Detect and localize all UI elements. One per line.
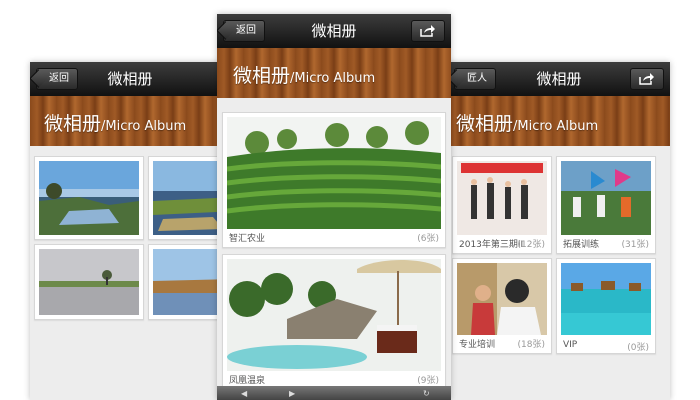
tea-plantation-photo	[227, 117, 441, 229]
album-caption: 凤凰温泉 (9张)	[229, 373, 439, 386]
album-name: 凤凰温泉	[229, 376, 266, 386]
right-phone: 匠人 微相册 微相册/Micro Album 2013年第三期II (12张) 拓…	[448, 62, 670, 400]
album-name: 智汇农业	[229, 234, 266, 244]
share-button[interactable]	[630, 68, 664, 90]
bottom-toolbar: ◀ ▶ ↻	[217, 386, 451, 400]
album-banner: 微相册/Micro Album	[217, 48, 451, 98]
album-caption: 智汇农业 (6张)	[229, 231, 439, 244]
album-card[interactable]: 智汇农业 (6张)	[222, 112, 446, 248]
album-caption: 拓展训练 (31张)	[563, 237, 649, 250]
share-icon	[639, 73, 654, 85]
album-caption: 专业培训 (18张)	[459, 337, 545, 350]
album-card[interactable]: VIP (0张)	[556, 258, 656, 354]
photo-card[interactable]	[34, 156, 144, 240]
share-icon	[420, 25, 435, 37]
toolbar-refresh-icon[interactable]: ↻	[423, 389, 430, 398]
toolbar-back-icon[interactable]: ◀	[241, 389, 247, 398]
album-count: (12张)	[517, 240, 545, 250]
banner-subtitle: /Micro Album	[101, 119, 187, 134]
banner-subtitle: /Micro Album	[513, 119, 599, 134]
album-name: 专业培训	[459, 340, 496, 350]
hot-spring-photo	[227, 259, 441, 371]
album-caption: VIP (0张)	[563, 340, 649, 353]
resort-photo	[561, 263, 651, 335]
haircut-training-photo	[457, 263, 547, 335]
album-card[interactable]: 2013年第三期II (12张)	[452, 156, 552, 254]
album-card[interactable]: 凤凰温泉 (9张)	[222, 254, 446, 390]
album-count: (6张)	[417, 234, 439, 244]
left-phone: 返回 微相册 微相册/Micro Album	[30, 62, 230, 400]
photo-card[interactable]	[34, 244, 144, 320]
share-button[interactable]	[411, 20, 445, 42]
album-name: 2013年第三期II	[459, 240, 524, 250]
album-count: (31张)	[621, 240, 649, 250]
album-count: (9张)	[417, 376, 439, 386]
outdoor-team-photo	[561, 161, 651, 235]
toolbar-forward-icon[interactable]: ▶	[289, 389, 295, 398]
album-caption: 2013年第三期II (12张)	[459, 237, 545, 250]
banner-title: 微相册	[44, 113, 102, 135]
banner-title: 微相册	[456, 113, 514, 135]
nav-bar: 返回 微相册	[217, 14, 451, 48]
album-card[interactable]: 拓展训练 (31张)	[556, 156, 656, 254]
album-banner: 微相册/Micro Album	[448, 96, 670, 146]
nav-bar: 匠人 微相册	[448, 62, 670, 96]
nav-title: 微相册	[107, 70, 153, 88]
misty-lake-photo	[39, 249, 139, 315]
lake-photo	[39, 161, 139, 235]
banner-title: 微相册	[233, 65, 291, 87]
center-phone: 返回 微相册 微相册/Micro Album 智汇农业(6张) 凤凰温泉(9	[217, 14, 451, 400]
nav-bar: 返回 微相册	[30, 62, 230, 96]
album-name: VIP	[563, 340, 578, 350]
banner-subtitle: /Micro Album	[290, 71, 376, 86]
album-card[interactable]: 专业培训 (18张)	[452, 258, 552, 354]
album-count: (0张)	[627, 343, 649, 353]
album-name: 拓展训练	[563, 240, 600, 250]
group-photo	[457, 161, 547, 235]
album-banner: 微相册/Micro Album	[30, 96, 230, 146]
album-count: (18张)	[517, 340, 545, 350]
